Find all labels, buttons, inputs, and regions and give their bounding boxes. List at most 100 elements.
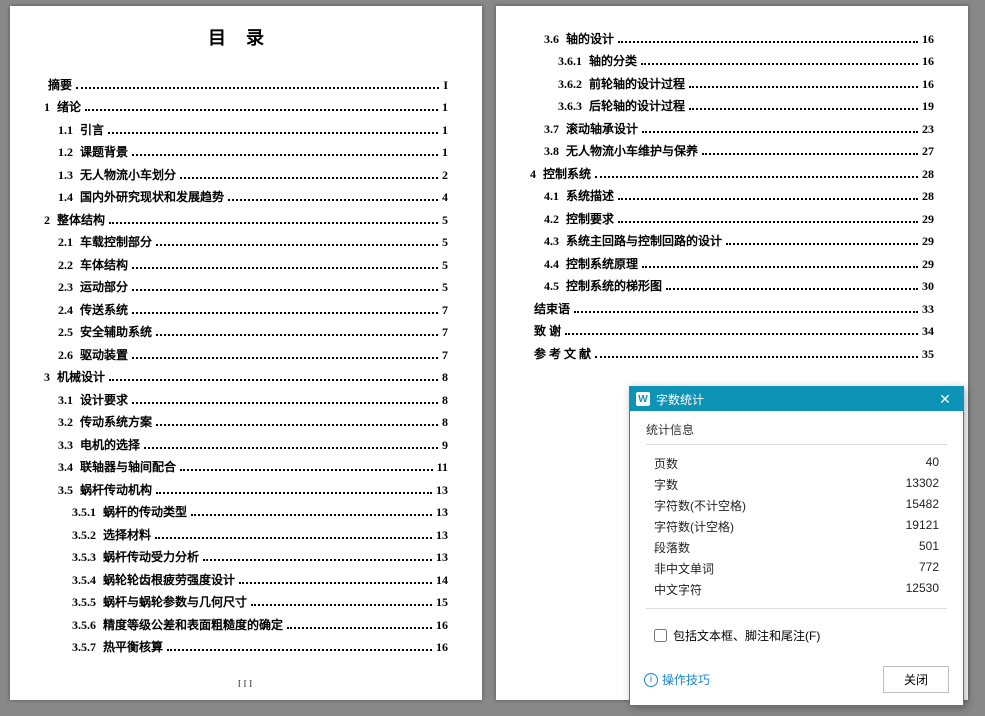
- toc-entry-label: 传送系统: [80, 301, 128, 318]
- toc-leader: [180, 469, 433, 471]
- toc-entry[interactable]: 4.5 控制系统的梯形图30: [530, 277, 934, 294]
- toc-entry[interactable]: 3.5.4 蜗轮轮齿根疲劳强度设计14: [44, 571, 448, 588]
- stat-row: 段落数 501: [646, 537, 947, 558]
- toc-entry[interactable]: 3.8 无人物流小车维护与保养27: [530, 142, 934, 159]
- toc-entry[interactable]: 1 绪论1: [44, 98, 448, 115]
- toc-entry-number: 3.2: [58, 415, 76, 430]
- toc-entry-number: 3.5.7: [72, 640, 99, 655]
- toc-entry[interactable]: 3.6.2 前轮轴的设计过程16: [530, 75, 934, 92]
- toc-entry[interactable]: 2 整体结构5: [44, 211, 448, 228]
- toc-entry-page: 34: [922, 324, 934, 339]
- dialog-footer: i 操作技巧 关闭: [630, 660, 963, 705]
- dialog-titlebar[interactable]: W 字数统计 ✕: [630, 387, 963, 411]
- toc-entry[interactable]: 2.2 车体结构5: [44, 256, 448, 273]
- toc-leader: [132, 402, 438, 404]
- toc-entry-label: 蜗杆与蜗轮参数与几何尺寸: [103, 593, 247, 610]
- toc-leader: [666, 288, 918, 290]
- toc-entry-label: 热平衡核算: [103, 638, 163, 655]
- toc-entry-label: 轴的分类: [589, 52, 637, 69]
- toc-leader: [287, 627, 432, 629]
- toc-entry[interactable]: 2.3 运动部分5: [44, 278, 448, 295]
- stat-value: 12530: [906, 581, 939, 598]
- toc-entry[interactable]: 摘要I: [44, 76, 448, 93]
- toc-leader: [618, 41, 918, 43]
- tips-link[interactable]: i 操作技巧: [644, 671, 873, 688]
- toc-entry-label: 传动系统方案: [80, 413, 152, 430]
- toc-entry-page: 2: [442, 168, 448, 183]
- toc-entry[interactable]: 3.6.3 后轮轴的设计过程19: [530, 97, 934, 114]
- toc-entry[interactable]: 3.5.6 精度等级公差和表面粗糙度的确定16: [44, 616, 448, 633]
- toc-entry-label: 后轮轴的设计过程: [589, 97, 685, 114]
- toc-entry-number: 4.3: [544, 234, 562, 249]
- toc-leader: [642, 266, 918, 268]
- toc-entry-label: 无人物流小车维护与保养: [566, 142, 698, 159]
- toc-entry[interactable]: 3 机械设计8: [44, 368, 448, 385]
- toc-entry[interactable]: 2.5 安全辅助系统7: [44, 323, 448, 340]
- toc-entry[interactable]: 3.4 联轴器与轴间配合11: [44, 458, 448, 475]
- include-footnotes-checkbox[interactable]: 包括文本框、脚注和尾注(F): [646, 617, 947, 650]
- toc-leader: [76, 87, 439, 89]
- stat-label: 字符数(不计空格): [654, 497, 746, 514]
- stat-value: 501: [919, 539, 939, 556]
- toc-leader: [618, 221, 918, 223]
- toc-entry-label: 设计要求: [80, 391, 128, 408]
- toc-entry[interactable]: 致 谢34: [530, 322, 934, 339]
- toc-entry[interactable]: 1.4 国内外研究现状和发展趋势4: [44, 188, 448, 205]
- stats-heading: 统计信息: [646, 421, 947, 438]
- toc-leader: [642, 131, 918, 133]
- toc-entry[interactable]: 3.5 蜗杆传动机构13: [44, 481, 448, 498]
- toc-entry[interactable]: 4.1 系统描述28: [530, 187, 934, 204]
- toc-entry[interactable]: 3.5.1 蜗杆的传动类型13: [44, 503, 448, 520]
- toc-entry[interactable]: 3.5.7 热平衡核算16: [44, 638, 448, 655]
- toc-entry[interactable]: 3.6 轴的设计16: [530, 30, 934, 47]
- toc-entry[interactable]: 3.5.2 选择材料13: [44, 526, 448, 543]
- toc-entry[interactable]: 3.3 电机的选择9: [44, 436, 448, 453]
- stat-row: 页数40: [646, 453, 947, 474]
- close-icon[interactable]: ✕: [933, 391, 957, 408]
- divider: [646, 608, 947, 609]
- close-button[interactable]: 关闭: [883, 666, 949, 693]
- toc-entry[interactable]: 1.2 课题背景1: [44, 143, 448, 160]
- toc-entry[interactable]: 3.2 传动系统方案8: [44, 413, 448, 430]
- toc-entry[interactable]: 4 控制系统28: [530, 165, 934, 182]
- toc-entry-number: 3.6.2: [558, 77, 585, 92]
- toc-leader: [132, 289, 438, 291]
- toc-entry[interactable]: 3.6.1 轴的分类16: [530, 52, 934, 69]
- toc-entry-label: 控制系统: [543, 165, 591, 182]
- toc-entry[interactable]: 4.2 控制要求29: [530, 210, 934, 227]
- toc-entry-page: 13: [436, 550, 448, 565]
- toc-entry[interactable]: 3.1 设计要求8: [44, 391, 448, 408]
- toc-entry[interactable]: 2.1 车载控制部分5: [44, 233, 448, 250]
- toc-entry-number: 2.5: [58, 325, 76, 340]
- toc-entry[interactable]: 1.3 无人物流小车划分2: [44, 166, 448, 183]
- toc-entry-page: 13: [436, 483, 448, 498]
- toc-entry[interactable]: 1.1 引言1: [44, 121, 448, 138]
- toc-entry-number: 1.4: [58, 190, 76, 205]
- toc-entry[interactable]: 3.7 滚动轴承设计23: [530, 120, 934, 137]
- include-footnotes-input[interactable]: [654, 629, 667, 642]
- toc-entry[interactable]: 3.5.3 蜗杆传动受力分析13: [44, 548, 448, 565]
- toc-leader: [156, 424, 438, 426]
- toc-entry-number: 4.1: [544, 189, 562, 204]
- toc-leader: [641, 63, 918, 65]
- toc-entry-number: 4.5: [544, 279, 562, 294]
- toc-entry-number: 2.3: [58, 280, 76, 295]
- toc-leader: [180, 177, 438, 179]
- dialog-body: 统计信息 页数40字数13302字符数(不计空格)15482字符数(计空格)19…: [630, 411, 963, 660]
- stat-label: 段落数: [654, 539, 690, 556]
- stat-row: 字符数(不计空格)15482: [646, 495, 947, 516]
- toc-entry[interactable]: 3.5.5 蜗杆与蜗轮参数与几何尺寸15: [44, 593, 448, 610]
- toc-entry-number: 3: [44, 370, 53, 385]
- toc-entry-number: 3.3: [58, 438, 76, 453]
- toc-entry[interactable]: 2.4 传送系统7: [44, 301, 448, 318]
- toc-entry-page: 1: [442, 100, 448, 115]
- toc-entry[interactable]: 结束语33: [530, 300, 934, 317]
- include-footnotes-label: 包括文本框、脚注和尾注(F): [673, 627, 820, 644]
- toc-entry-page: 28: [922, 167, 934, 182]
- toc-entry-page: 5: [442, 235, 448, 250]
- toc-entry[interactable]: 4.3 系统主回路与控制回路的设计29: [530, 232, 934, 249]
- toc-entry[interactable]: 2.6 驱动装置7: [44, 346, 448, 363]
- stat-value: 13302: [906, 476, 939, 493]
- toc-entry[interactable]: 4.4 控制系统原理29: [530, 255, 934, 272]
- toc-entry[interactable]: 参 考 文 献35: [530, 345, 934, 362]
